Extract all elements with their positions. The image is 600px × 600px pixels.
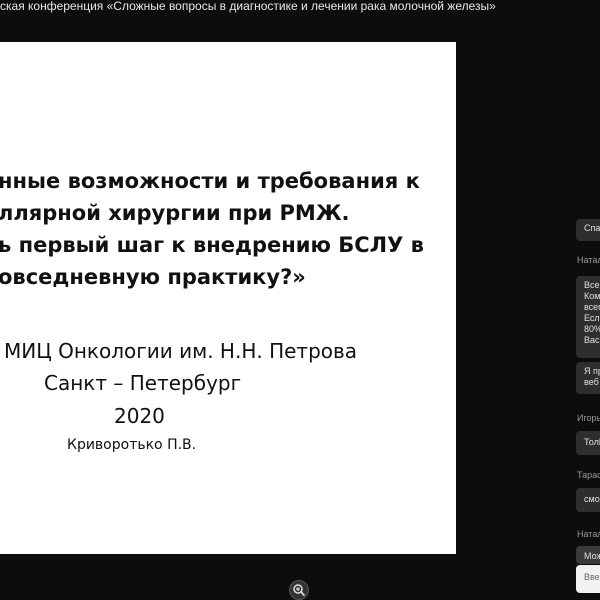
- slide-institution: МИЦ Онкологии им. Н.Н. Петрова: [4, 339, 358, 363]
- slide-year: 2020: [114, 404, 165, 428]
- chat-message: Мож: [576, 546, 600, 564]
- chat-input[interactable]: Вве: [576, 565, 600, 593]
- slide-heading-line-2: ллярной хирургии при РМЖ.: [0, 201, 350, 225]
- slide-heading-line-4: овседневную практику?»: [0, 265, 306, 289]
- zoom-in-icon: [293, 584, 306, 597]
- chat-sender: Игорь: [577, 413, 600, 423]
- slide-heading-line-1: нные возможности и требования к: [0, 169, 420, 193]
- zoom-button[interactable]: [289, 580, 309, 600]
- chat-message: смо: [576, 488, 600, 512]
- chat-sender: Натал: [577, 529, 600, 539]
- slide-heading-line-3: ь первый шаг к внедрению БСЛУ в: [0, 233, 424, 257]
- chat-message: Спа: [576, 219, 600, 241]
- chat-sender: Натал: [577, 255, 600, 265]
- slide-author: Криворотько П.В.: [67, 437, 197, 453]
- chat-panel: Спа Натал Всег Ком всег Есл 80% Вас Я пр…: [572, 0, 600, 600]
- chat-message: Всег Ком всег Есл 80% Вас: [576, 276, 600, 358]
- chat-message: Толl: [576, 431, 600, 455]
- presentation-slide: нные возможности и требования к ллярной …: [0, 42, 456, 554]
- chat-sender: Тарас: [577, 470, 600, 480]
- window-title: ская конференция «Сложные вопросы в диаг…: [0, 0, 496, 13]
- window-title-bar: ская конференция «Сложные вопросы в диаг…: [0, 0, 600, 16]
- chat-input-placeholder: Вве: [584, 572, 600, 582]
- slide-city: Санкт – Петербург: [44, 371, 242, 395]
- chat-message: Я пр веб: [576, 362, 600, 394]
